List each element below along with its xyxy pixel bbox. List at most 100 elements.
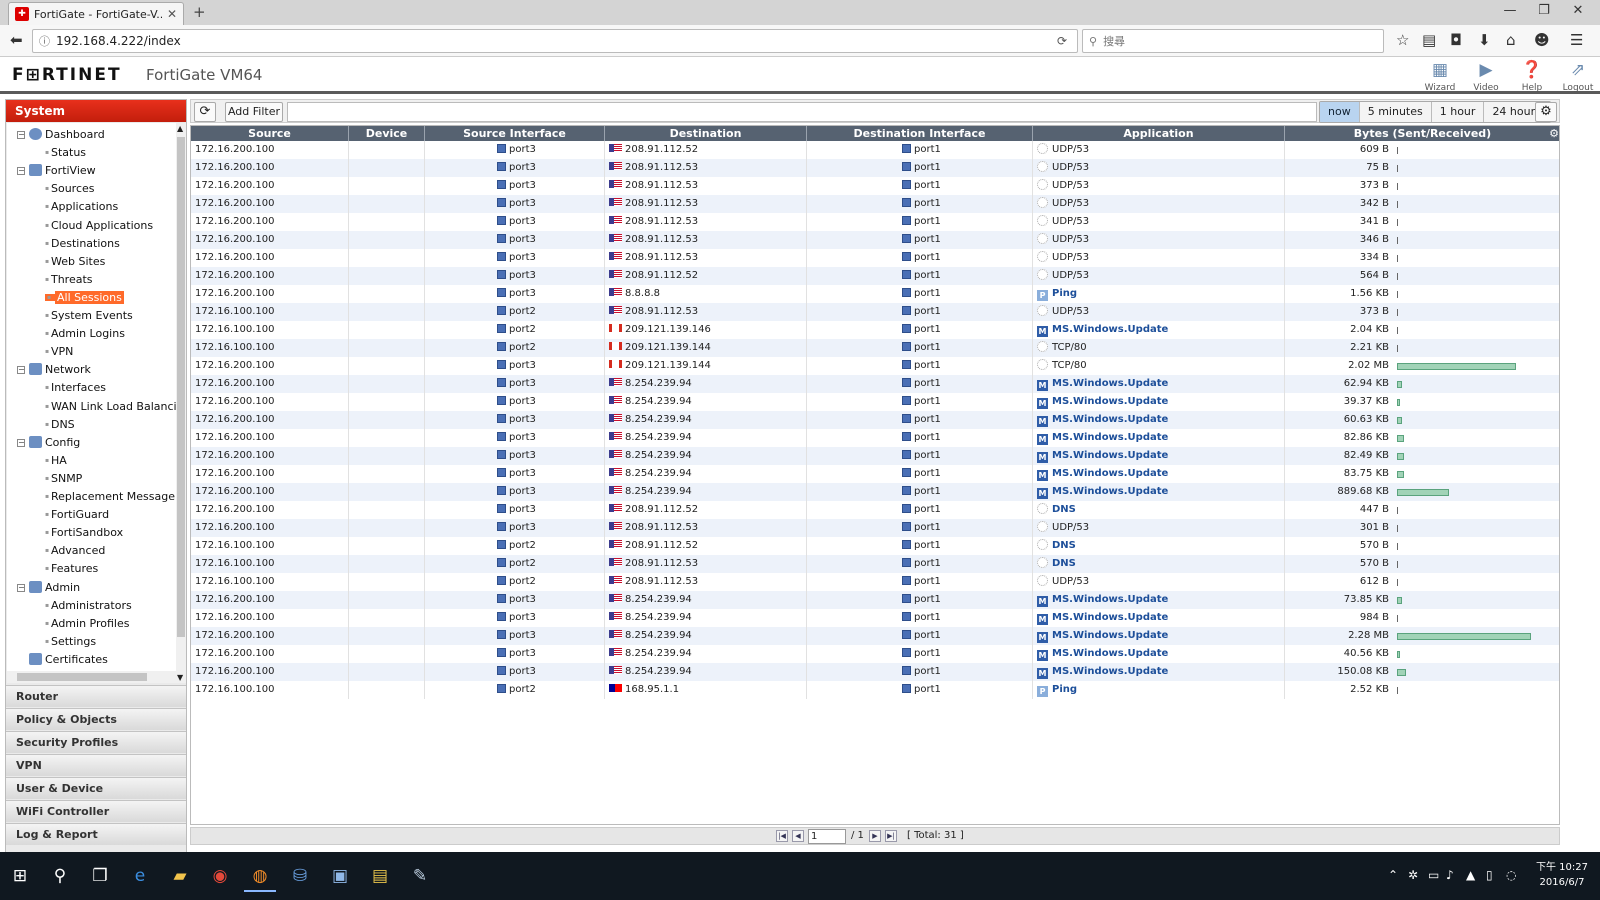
file-explorer-icon[interactable]: ▰ (164, 860, 196, 892)
windows-start-icon[interactable]: ⊞ (4, 860, 36, 892)
notification-icon[interactable]: ▯ (1486, 868, 1493, 882)
table-row[interactable]: 172.16.200.100 port3 8.254.239.94 port1 M MS.… (191, 645, 1559, 663)
column-header-bytes-sent-received[interactable]: Bytes (Sent/Received) (1285, 126, 1559, 141)
tree-item-administrators[interactable]: ▪ Administrators (45, 599, 132, 612)
info-icon[interactable]: ⓘ (39, 33, 50, 49)
menu-user-device[interactable]: User & Device (6, 777, 186, 799)
table-row[interactable]: 172.16.200.100 port3 8.254.239.94 port1 M MS.… (191, 609, 1559, 627)
table-row[interactable]: 172.16.200.100 port3 8.254.239.94 port1 M MS.… (191, 663, 1559, 681)
chrome-icon[interactable]: ◉ (204, 860, 236, 892)
collapse-toggle-icon[interactable]: − (17, 438, 25, 447)
table-row[interactable]: 172.16.200.100 port3 8.254.239.94 port1 M MS.… (191, 429, 1559, 447)
tree-item-network[interactable]: − Network (17, 363, 91, 376)
table-row[interactable]: 172.16.100.100 port2 208.91.112.52 port1 DNS… (191, 537, 1559, 555)
download-icon[interactable]: ⬇ (1478, 31, 1491, 49)
tray-expand-icon[interactable]: ⌃ (1388, 868, 1398, 882)
table-row[interactable]: 172.16.200.100 port3 8.254.239.94 port1 M MS.… (191, 465, 1559, 483)
tree-item-replacement-message[interactable]: ▪ Replacement Message (45, 490, 175, 503)
tree-item-fortisandbox[interactable]: ▪ FortiSandbox (45, 526, 123, 539)
new-tab-button[interactable]: + (193, 3, 206, 21)
tree-item-admin[interactable]: − Admin (17, 580, 80, 594)
collapse-toggle-icon[interactable]: − (17, 583, 25, 592)
browser-tab[interactable]: ✚ FortiGate - FortiGate-V... ✕ (8, 2, 184, 25)
tree-item-settings[interactable]: ▪ Settings (45, 635, 96, 648)
table-row[interactable]: 172.16.200.100 port3 208.91.112.52 port1 UDP… (191, 267, 1559, 285)
table-row[interactable]: 172.16.200.100 port3 208.91.112.53 port1 UDP… (191, 213, 1559, 231)
menu-policy-objects[interactable]: Policy & Objects (6, 708, 186, 730)
refresh-button[interactable]: ⟳ (194, 102, 216, 122)
menu-log-report[interactable]: Log & Report (6, 823, 186, 845)
scroll-down-icon[interactable]: ▼ (177, 673, 183, 682)
menu-security-profiles[interactable]: Security Profiles (6, 731, 186, 753)
help-button[interactable]: ❓ Help (1512, 60, 1552, 93)
close-window-icon[interactable]: ✕ (1558, 3, 1598, 18)
table-row[interactable]: 172.16.200.100 port3 208.91.112.53 port1 UDP… (191, 519, 1559, 537)
table-row[interactable]: 172.16.200.100 port3 208.91.112.53 port1 UDP… (191, 177, 1559, 195)
tree-item-sources[interactable]: ▪ Sources (45, 182, 95, 195)
tree-item-web-sites[interactable]: ▪ Web Sites (45, 255, 105, 268)
action-center-icon[interactable]: ◌ (1506, 868, 1516, 882)
tree-item-snmp[interactable]: ▪ SNMP (45, 472, 82, 485)
tree-item-dns[interactable]: ▪ DNS (45, 418, 75, 431)
edge-browser-icon[interactable]: e (124, 860, 156, 892)
volume-icon[interactable]: ♪ (1446, 868, 1454, 882)
tree-hscroll-thumb[interactable] (17, 673, 147, 681)
reload-icon[interactable]: ⟳ (1057, 34, 1067, 48)
time-option-5-minutes[interactable]: 5 minutes (1359, 102, 1432, 122)
settings-button[interactable]: ⚙ (1535, 102, 1557, 122)
table-row[interactable]: 172.16.200.100 port3 208.91.112.52 port1 UDP… (191, 141, 1559, 159)
system-clock[interactable]: 下午 10:27 2016/6/7 (1530, 860, 1594, 890)
task-view-icon[interactable]: ❐ (84, 860, 116, 892)
tree-item-fortiview[interactable]: − FortiView (17, 164, 96, 177)
tree-item-wan-link-load-balanci[interactable]: ▪ WAN Link Load Balanci (45, 400, 176, 413)
search-taskbar-icon[interactable]: ⚲ (44, 860, 76, 892)
table-row[interactable]: 172.16.100.100 port2 208.91.112.53 port1 UDP… (191, 573, 1559, 591)
back-icon[interactable]: ⬅ (10, 31, 23, 49)
tree-vertical-scrollbar[interactable]: ▲ ▼ (176, 123, 186, 683)
tree-item-all-sessions[interactable]: ▪ All Sessions (45, 290, 124, 304)
prev-page-icon[interactable]: ◀ (792, 830, 804, 842)
menu-wifi-controller[interactable]: WiFi Controller (6, 800, 186, 822)
collapse-toggle-icon[interactable]: − (17, 366, 25, 375)
column-header-source[interactable]: Source (191, 126, 349, 141)
table-row[interactable]: 172.16.200.100 port3 208.91.112.53 port1 UDP… (191, 195, 1559, 213)
table-row[interactable]: 172.16.100.100 port2 168.95.1.1 port1 P Ping 2… (191, 681, 1559, 699)
tree-horizontal-scrollbar[interactable] (7, 671, 176, 683)
tree-item-status[interactable]: ▪ Status (45, 146, 86, 159)
table-row[interactable]: 172.16.100.100 port2 209.121.139.144 port1 T… (191, 339, 1559, 357)
tree-item-ha[interactable]: ▪ HA (45, 454, 67, 467)
column-header-device[interactable]: Device (349, 126, 425, 141)
table-row[interactable]: 172.16.100.100 port2 208.91.112.53 port1 DNS… (191, 555, 1559, 573)
table-row[interactable]: 172.16.200.100 port3 8.254.239.94 port1 M MS.… (191, 483, 1559, 501)
browser-search-input[interactable]: ⚲ 搜尋 (1082, 29, 1384, 53)
tray-app-icon[interactable]: ✲ (1408, 868, 1418, 882)
close-tab-icon[interactable]: ✕ (167, 7, 177, 21)
column-header-application[interactable]: Application (1033, 126, 1285, 141)
scroll-up-icon[interactable]: ▲ (177, 124, 183, 133)
tree-scroll-thumb[interactable] (177, 137, 185, 637)
table-row[interactable]: 172.16.200.100 port3 8.254.239.94 port1 M MS.… (191, 627, 1559, 645)
remote-desktop-icon[interactable]: ▣ (324, 860, 356, 892)
logout-button[interactable]: ⇗ Logout (1558, 60, 1598, 93)
network-tray-icon[interactable]: ▭ (1428, 868, 1439, 882)
table-row[interactable]: 172.16.200.100 port3 8.254.239.94 port1 M MS.… (191, 591, 1559, 609)
next-page-icon[interactable]: ▶ (869, 830, 881, 842)
first-page-icon[interactable]: |◀ (776, 830, 788, 842)
tree-item-certificates[interactable]: Certificates (29, 652, 108, 666)
page-number-input[interactable]: 1 (808, 829, 846, 844)
time-option-1-hour[interactable]: 1 hour (1431, 102, 1485, 122)
filter-bar[interactable] (287, 102, 1317, 122)
table-row[interactable]: 172.16.200.100 port3 8.254.239.94 port1 M MS.… (191, 375, 1559, 393)
collapse-toggle-icon[interactable]: − (17, 167, 25, 176)
column-header-destination-interface[interactable]: Destination Interface (807, 126, 1033, 141)
wizard-button[interactable]: ▦ Wizard (1420, 60, 1460, 93)
bookmark-star-icon[interactable]: ☆ (1396, 31, 1409, 49)
tree-item-fortiguard[interactable]: ▪ FortiGuard (45, 508, 109, 521)
column-settings-icon[interactable]: ⚙ (1549, 126, 1559, 141)
tool-app-icon[interactable]: ✎ (404, 860, 436, 892)
tree-item-features[interactable]: ▪ Features (45, 562, 98, 575)
table-row[interactable]: 172.16.200.100 port3 8.254.239.94 port1 M MS.… (191, 411, 1559, 429)
menu-router[interactable]: Router (6, 685, 186, 707)
tree-item-config[interactable]: − Config (17, 435, 80, 449)
tree-item-threats[interactable]: ▪ Threats (45, 273, 93, 286)
